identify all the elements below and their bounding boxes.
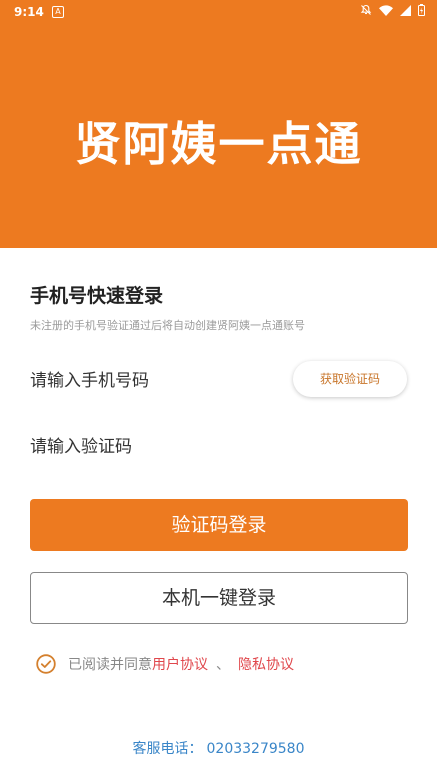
agreement-row: 已阅读并同意 用户协议 、 隐私协议 xyxy=(36,654,294,674)
status-time: 9:14 xyxy=(14,5,44,19)
notifications-off-icon xyxy=(360,4,372,16)
agreement-separator: 、 xyxy=(216,657,230,673)
battery-icon xyxy=(418,4,425,16)
one-click-login-button[interactable]: 本机一键登录 xyxy=(30,572,408,624)
status-icons xyxy=(360,4,425,16)
hotline-label: 客服电话： xyxy=(132,741,203,757)
app-title: 贤阿姨一点通 xyxy=(74,117,363,171)
login-title: 手机号快速登录 xyxy=(30,285,164,307)
phone-input[interactable] xyxy=(30,368,280,394)
status-bar: 9:14 A xyxy=(0,0,437,24)
agreement-prefix: 已阅读并同意 xyxy=(68,657,152,673)
code-login-button[interactable]: 验证码登录 xyxy=(30,499,408,551)
user-agreement-link[interactable]: 用户协议 xyxy=(152,654,208,674)
get-code-button[interactable]: 获取验证码 xyxy=(293,361,407,397)
signal-icon xyxy=(400,4,411,16)
wifi-icon xyxy=(379,4,393,16)
hotline-number[interactable]: 02033279580 xyxy=(207,741,305,757)
verification-code-input[interactable] xyxy=(30,434,380,460)
agreement-checkbox-icon[interactable] xyxy=(36,654,56,674)
header-banner: 9:14 A 贤阿姨一点通 xyxy=(0,0,437,248)
customer-service-hotline[interactable]: 客服电话： 02033279580 xyxy=(0,738,437,758)
privacy-policy-link[interactable]: 隐私协议 xyxy=(238,654,294,674)
notification-icon: A xyxy=(52,6,64,18)
login-subtitle: 未注册的手机号验证通过后将自动创建贤阿姨一点通账号 xyxy=(30,319,305,332)
